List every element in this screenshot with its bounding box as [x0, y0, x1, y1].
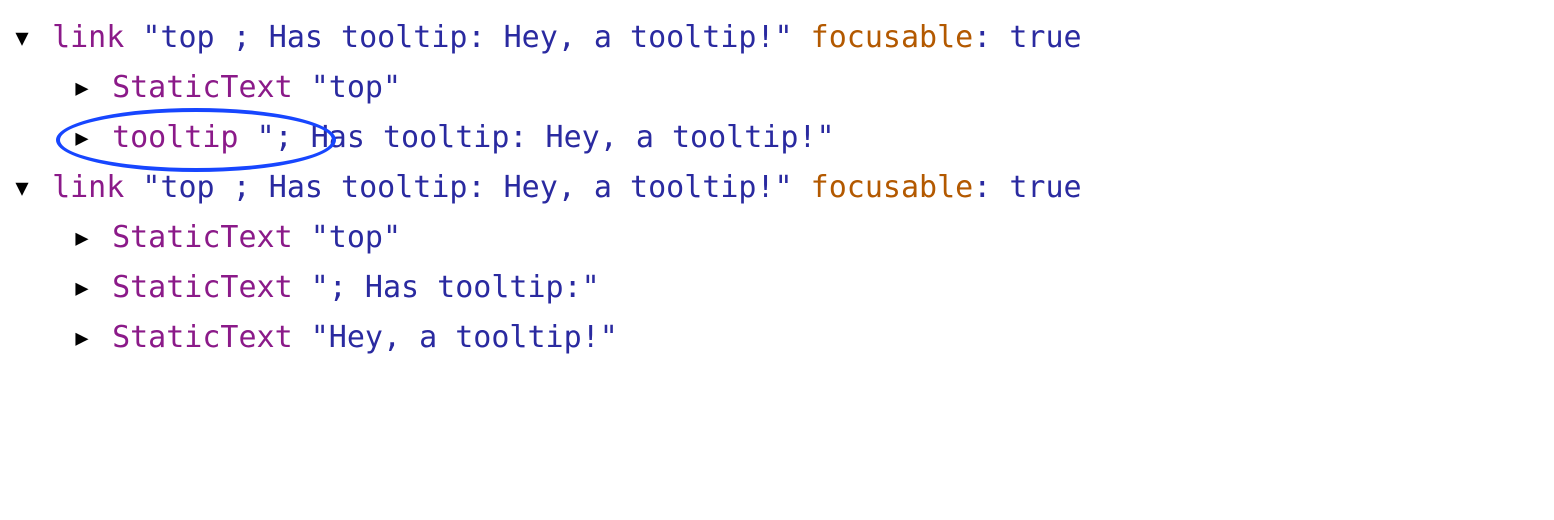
twisty-icon[interactable] [70, 71, 94, 106]
ax-attr-value: true [1009, 14, 1081, 62]
tree-row-link[interactable]: link "top ; Has tooltip: Hey, a tooltip!… [10, 14, 1544, 62]
twisty-icon[interactable] [10, 171, 34, 206]
twisty-icon[interactable] [70, 121, 94, 156]
tree-row-statictext[interactable]: StaticText "top" [10, 64, 1544, 112]
ax-name: "top" [311, 64, 401, 112]
twisty-icon[interactable] [70, 271, 94, 306]
tree-row-statictext[interactable]: StaticText "top" [10, 214, 1544, 262]
ax-role: StaticText [112, 314, 293, 362]
ax-name: "top ; Has tooltip: Hey, a tooltip!" [142, 164, 792, 212]
tree-row-link[interactable]: link "top ; Has tooltip: Hey, a tooltip!… [10, 164, 1544, 212]
ax-role: link [52, 14, 124, 62]
colon-sep: : [973, 164, 1009, 212]
twisty-icon[interactable] [10, 21, 34, 56]
twisty-icon[interactable] [70, 321, 94, 356]
ax-name: "; Has tooltip:" [311, 264, 600, 312]
ax-name: "; Has tooltip: Hey, a tooltip!" [257, 114, 835, 162]
twisty-icon[interactable] [70, 221, 94, 256]
ax-attr-name: focusable [811, 164, 974, 212]
tree-row-tooltip[interactable]: tooltip "; Has tooltip: Hey, a tooltip!" [10, 114, 1544, 162]
ax-name: "top" [311, 214, 401, 262]
ax-attr-name: focusable [811, 14, 974, 62]
ax-role: StaticText [112, 264, 293, 312]
ax-role: link [52, 164, 124, 212]
ax-role: StaticText [112, 214, 293, 262]
ax-name: "top ; Has tooltip: Hey, a tooltip!" [142, 14, 792, 62]
ax-role: StaticText [112, 64, 293, 112]
ax-role: tooltip [112, 114, 238, 162]
tree-row-statictext[interactable]: StaticText "Hey, a tooltip!" [10, 314, 1544, 362]
ax-attr-value: true [1009, 164, 1081, 212]
ax-name: "Hey, a tooltip!" [311, 314, 618, 362]
colon-sep: : [973, 14, 1009, 62]
tree-row-statictext[interactable]: StaticText "; Has tooltip:" [10, 264, 1544, 312]
